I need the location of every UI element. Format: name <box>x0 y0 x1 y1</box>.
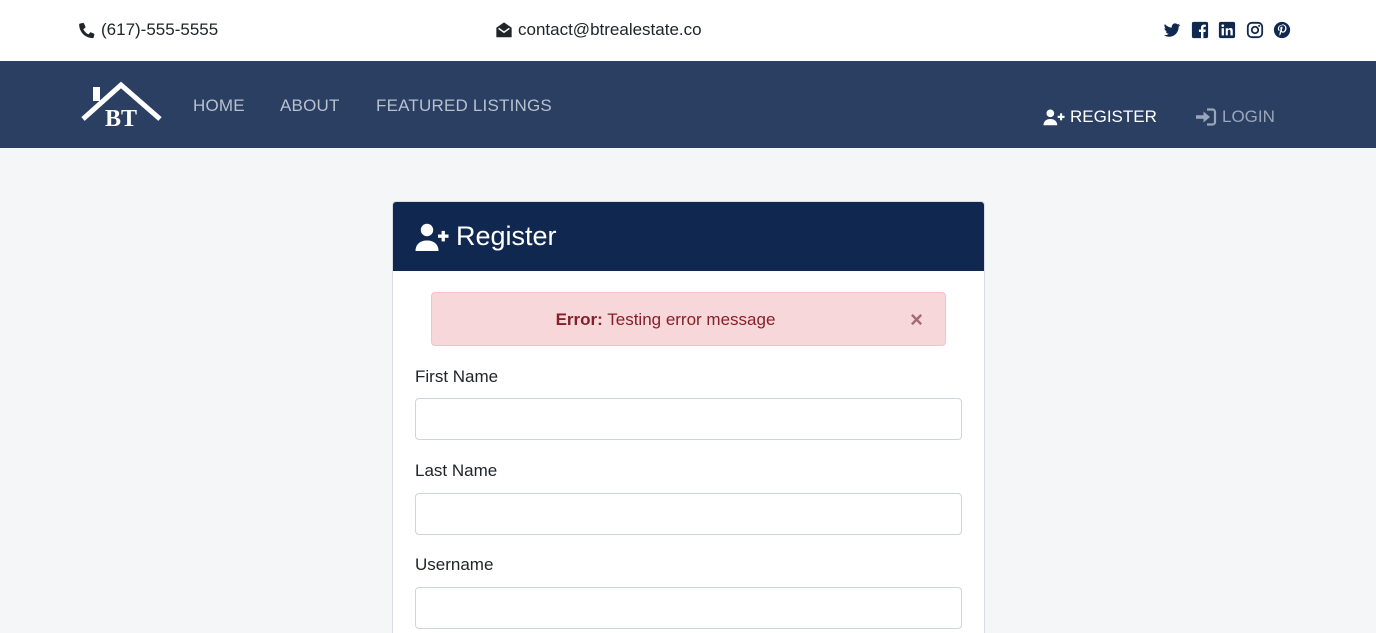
top-contact-bar: (617)-555-5555 contact@btrealestate.co <box>0 0 1376 61</box>
nav-about[interactable]: ABOUT <box>280 96 340 116</box>
email-address: contact@btrealestate.co <box>518 20 702 39</box>
page-title: Register <box>456 221 557 251</box>
social-links <box>1163 21 1301 39</box>
first-name-label: First Name <box>415 367 499 386</box>
alert-label: Error: <box>555 310 603 329</box>
linkedin-icon[interactable] <box>1218 21 1236 39</box>
alert-body: Testing error message <box>607 310 776 329</box>
brand-logo[interactable]: BT <box>80 81 162 129</box>
envelope-open-icon <box>496 22 512 38</box>
phone-contact[interactable]: (617)-555-5555 <box>78 20 218 40</box>
instagram-icon[interactable] <box>1246 21 1264 39</box>
nav-home[interactable]: HOME <box>193 96 245 116</box>
main-navbar: BT HOME ABOUT FEATURED LISTINGS REGISTER… <box>0 61 1376 148</box>
facebook-icon[interactable] <box>1191 21 1209 39</box>
logo-text: BT <box>105 106 137 129</box>
nav-register[interactable]: REGISTER <box>1043 107 1157 127</box>
nav-featured-listings[interactable]: FEATURED LISTINGS <box>376 96 552 116</box>
sign-in-icon <box>1196 108 1217 126</box>
email-contact[interactable]: contact@btrealestate.co <box>495 20 702 40</box>
twitter-icon[interactable] <box>1163 21 1181 39</box>
last-name-input[interactable] <box>415 493 962 535</box>
user-plus-icon <box>1043 109 1065 126</box>
phone-icon <box>79 22 95 39</box>
register-label: REGISTER <box>1070 107 1157 126</box>
alert-message: Error: Testing error message <box>432 310 899 330</box>
username-label: Username <box>415 555 494 574</box>
login-label: LOGIN <box>1222 107 1275 126</box>
pinterest-icon[interactable] <box>1273 21 1291 39</box>
first-name-input[interactable] <box>415 398 962 440</box>
alert-close-button[interactable]: × <box>910 307 923 333</box>
nav-login[interactable]: LOGIN <box>1195 107 1275 127</box>
error-alert: Error: Testing error message × <box>431 292 946 346</box>
register-card-header: Register <box>393 202 984 271</box>
last-name-label: Last Name <box>415 461 498 480</box>
user-plus-icon <box>415 223 449 251</box>
username-input[interactable] <box>415 587 962 629</box>
register-card: Register Error: Testing error message × … <box>392 201 985 633</box>
phone-number: (617)-555-5555 <box>101 20 219 39</box>
